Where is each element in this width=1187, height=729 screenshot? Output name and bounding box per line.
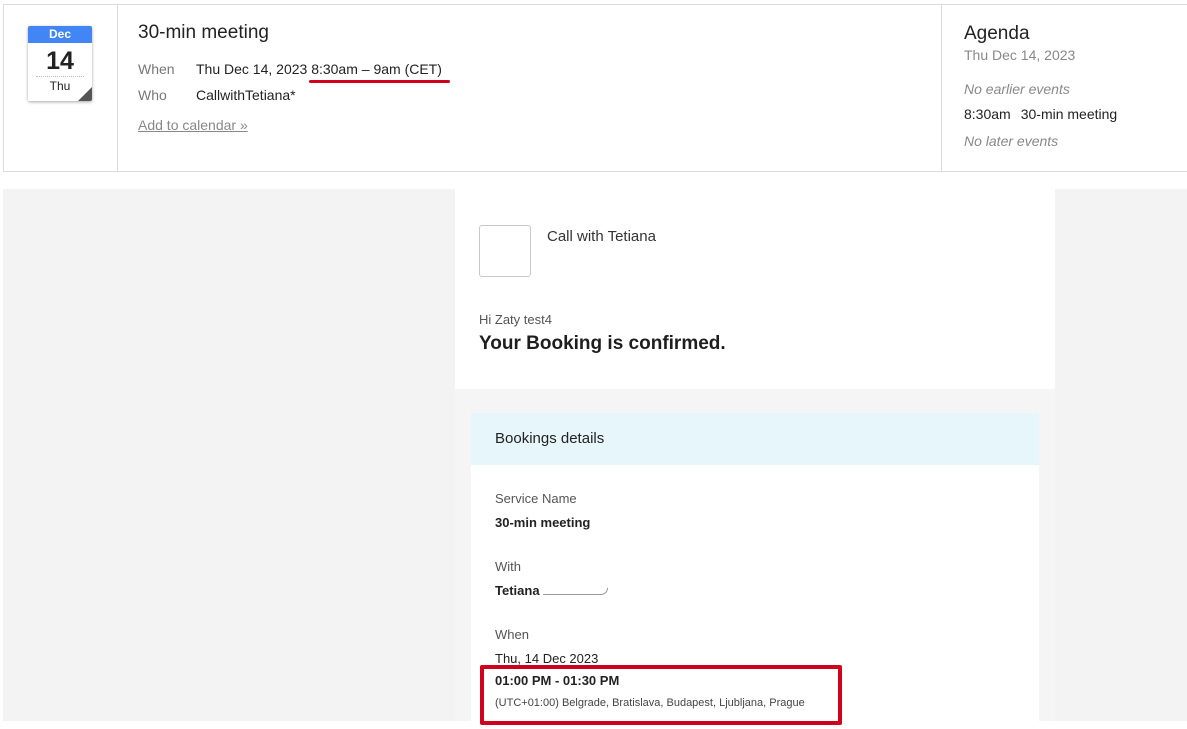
with-label: With [495, 559, 521, 574]
red-underline-annotation [309, 80, 450, 83]
agenda-title: Agenda [964, 23, 1030, 44]
calendar-icon-day: 14 [46, 47, 74, 75]
brand-logo-placeholder [479, 225, 531, 277]
confirmation-heading: Your Booking is confirmed. [479, 333, 726, 354]
calendar-invite-card: Dec 14 Thu 30-min meeting When Thu Dec 14… [3, 4, 1187, 172]
add-to-calendar-link[interactable]: Add to calendar » [138, 117, 248, 133]
calendar-icon-column: Dec 14 Thu [4, 5, 118, 171]
with-value: Tetiana [495, 583, 540, 598]
agenda-event-time: 8:30am [964, 106, 1011, 122]
when-label-email: When [495, 627, 529, 642]
event-title: 30-min meeting [138, 22, 269, 43]
agenda-event-item[interactable]: 8:30am 30-min meeting [964, 106, 1117, 122]
who-value: CallwithTetiana* [196, 87, 296, 103]
page-fold-icon [78, 87, 92, 101]
agenda-no-earlier-events: No earlier events [964, 81, 1070, 97]
calendar-icon-month: Dec [28, 26, 92, 43]
event-who-row: Who CallwithTetiana* [138, 87, 296, 103]
agenda-no-later-events: No later events [964, 133, 1059, 149]
event-when-row: When Thu Dec 14, 2023 8:30am – 9am (CET) [138, 61, 450, 83]
when-time: 8:30am – 9am (CET) [311, 61, 442, 77]
agenda-panel: Agenda Thu Dec 14, 2023 No earlier event… [941, 5, 1187, 171]
booking-details-header: Bookings details [471, 413, 1039, 465]
agenda-date: Thu Dec 14, 2023 [964, 47, 1076, 63]
greeting-text: Hi Zaty test4 [479, 312, 552, 327]
booking-details-section: Bookings details Service Name 30-min mee… [455, 389, 1055, 725]
service-name-label: Service Name [495, 491, 577, 506]
red-box-annotation [480, 665, 842, 725]
redacted-surname-scribble [543, 586, 609, 598]
who-label: Who [138, 87, 167, 103]
with-value-row: Tetiana [495, 583, 609, 598]
when-label: When [138, 61, 175, 77]
calendar-date-icon: Dec 14 Thu [28, 26, 92, 101]
agenda-event-title: 30-min meeting [1020, 106, 1118, 122]
booking-details-body: Service Name 30-min meeting With Tetiana… [471, 465, 1039, 725]
when-date: Thu Dec 14, 2023 [196, 61, 308, 77]
when-time-annotated: 8:30am – 9am (CET) [309, 61, 450, 83]
brand-name: Call with Tetiana [547, 228, 656, 245]
service-name-value: 30-min meeting [495, 515, 591, 530]
email-header-card: Call with Tetiana Hi Zaty test4 Your Boo… [455, 189, 1055, 389]
when-date-email: Thu, 14 Dec 2023 [495, 651, 599, 666]
